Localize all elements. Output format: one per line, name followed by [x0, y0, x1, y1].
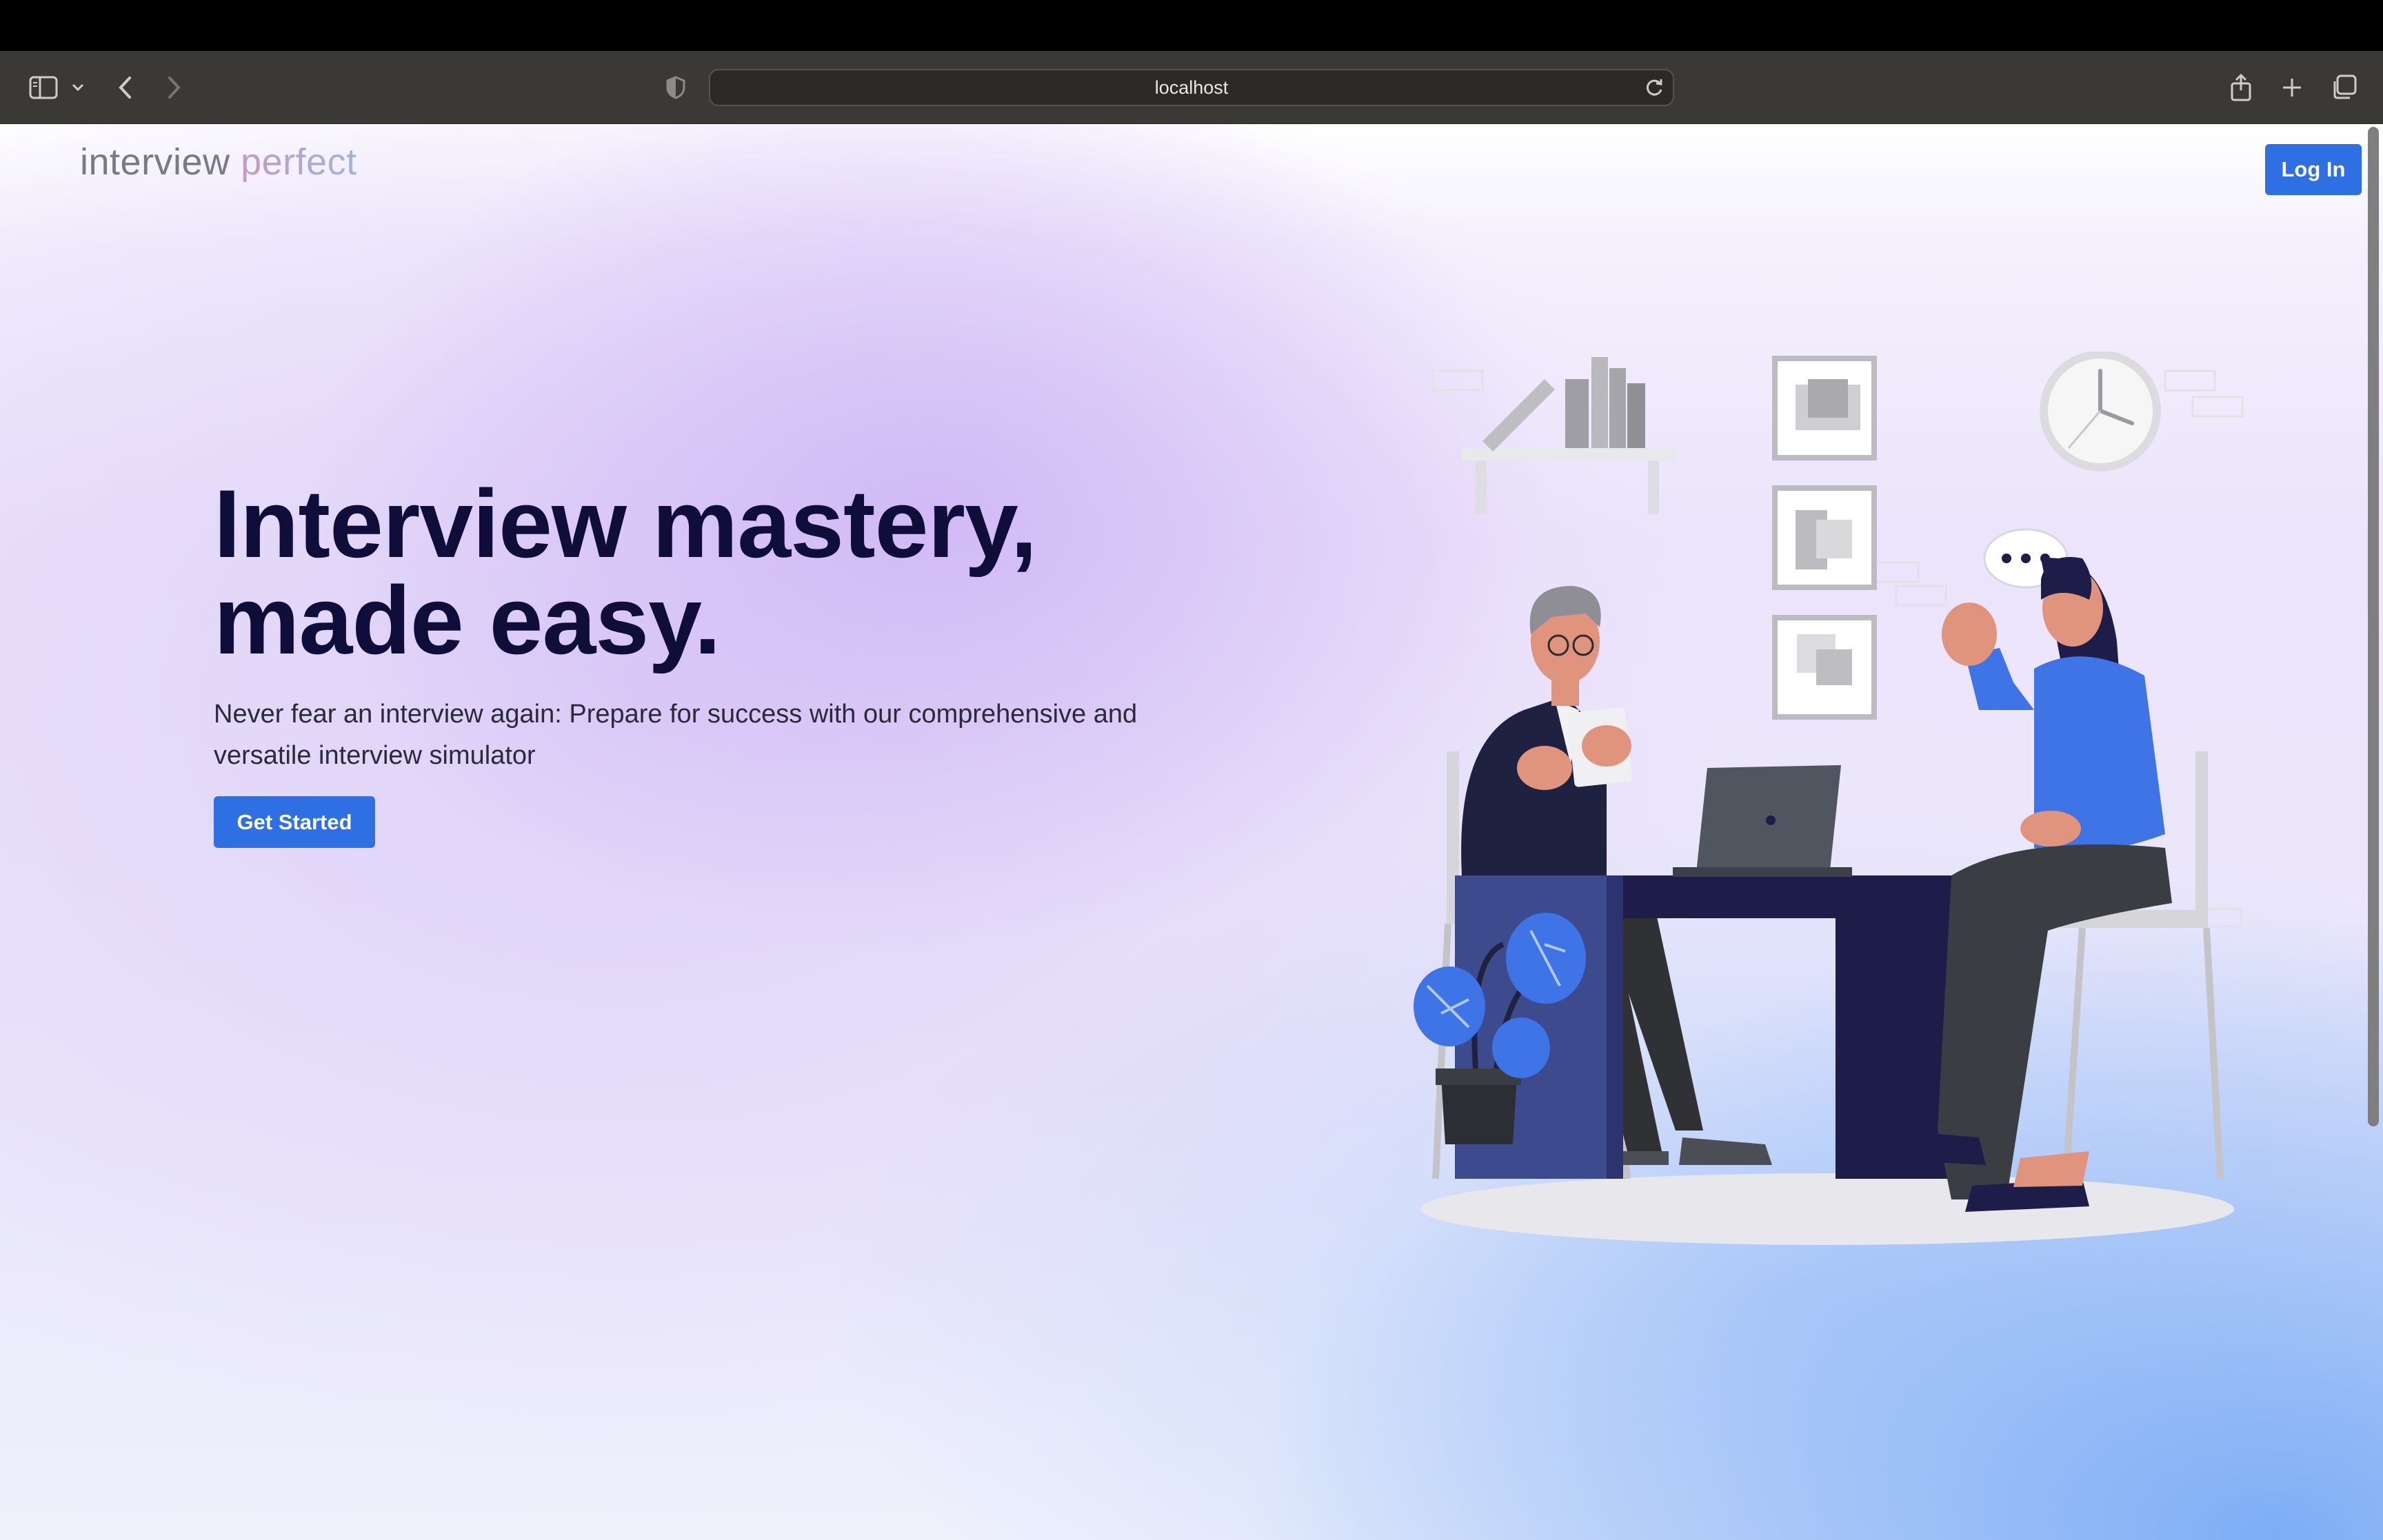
share-icon[interactable]	[2226, 51, 2256, 123]
chevron-down-icon[interactable]	[68, 51, 88, 123]
hero-title-line1: Interview mastery,	[214, 469, 1037, 578]
shield-icon	[662, 51, 690, 123]
hero-title: Interview mastery, made easy.	[214, 476, 1248, 669]
logo-word-interview: interview	[80, 141, 230, 183]
hero-title-line2: made easy.	[214, 566, 721, 674]
forward-icon[interactable]	[160, 51, 188, 123]
hero-subtitle-line2: versatile interview simulator	[214, 741, 536, 770]
scrollbar-thumb[interactable]	[2368, 127, 2379, 1126]
picture-frames	[1772, 356, 1877, 720]
wall-tile	[1895, 585, 1947, 607]
wall-tile	[2164, 369, 2216, 392]
logo-word-perfect: perfect	[241, 141, 357, 183]
get-started-button[interactable]: Get Started	[214, 796, 375, 848]
sidebar-icon[interactable]	[26, 51, 61, 123]
login-button[interactable]: Log In	[2265, 144, 2362, 195]
hero-subtitle: Never fear an interview again: Prepare f…	[214, 693, 1248, 776]
wall-clock	[2040, 352, 2161, 472]
tabs-overview-icon[interactable]	[2328, 51, 2360, 123]
page-scrollbar[interactable]	[2364, 124, 2383, 1540]
wall-tile	[1431, 369, 1484, 392]
wall-tile	[2191, 396, 2244, 418]
new-tab-icon[interactable]	[2277, 51, 2307, 123]
back-icon[interactable]	[112, 51, 139, 123]
page-viewport: interview perfect Log In Interview maste…	[0, 124, 2383, 1540]
address-bar[interactable]: localhost	[709, 69, 1674, 106]
window-top-bar	[0, 0, 2383, 51]
site-logo[interactable]: interview perfect	[80, 141, 357, 183]
url-text: localhost	[1154, 77, 1229, 98]
hero-subtitle-line1: Never fear an interview again: Prepare f…	[214, 700, 1138, 729]
interview-illustration	[1414, 352, 2244, 1245]
reload-icon[interactable]	[1642, 76, 1666, 103]
floor-shadow	[1420, 1173, 2234, 1245]
bookshelf	[1462, 357, 1677, 514]
